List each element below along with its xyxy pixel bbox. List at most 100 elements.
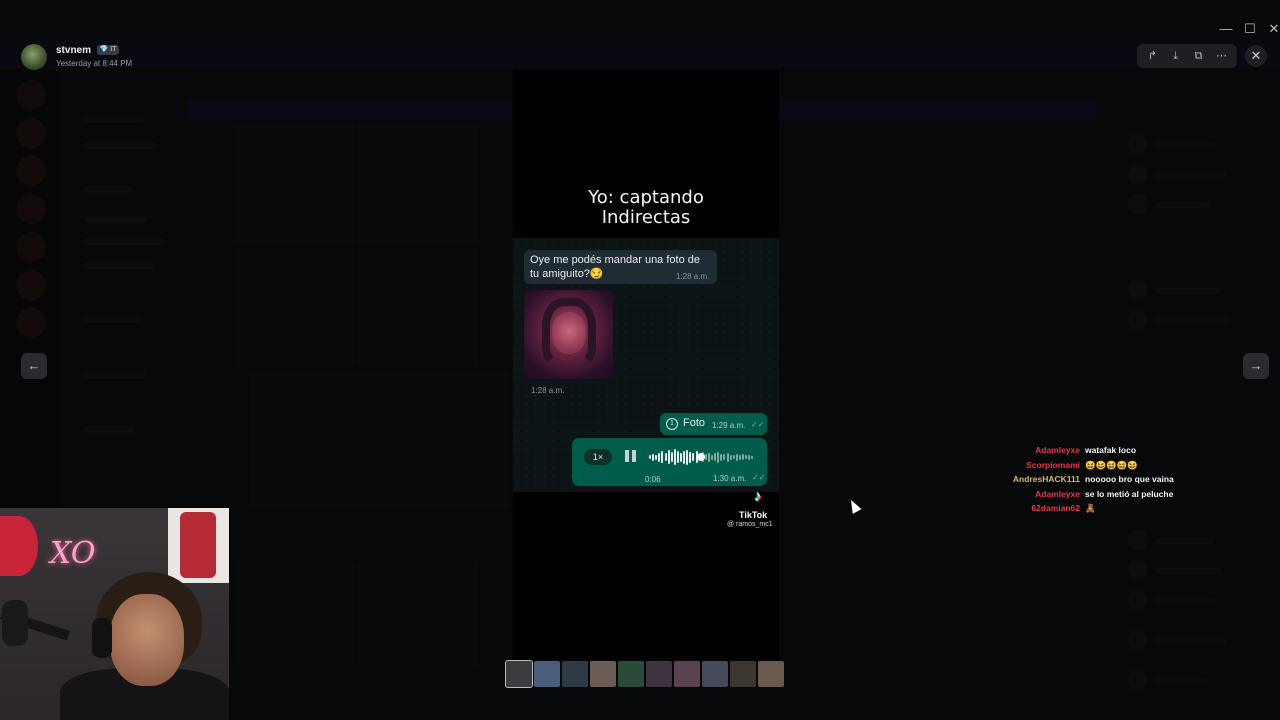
video-caption: Yo: captando Indirectas: [513, 188, 779, 228]
webcam-lips-decor: [0, 516, 38, 576]
waveform-bar: [748, 454, 751, 460]
uploader-badge: 💎 IT: [97, 45, 119, 55]
pause-icon: [624, 449, 638, 465]
stream-chat-username: Adamleyxe: [1035, 445, 1080, 455]
waveform-bar: [720, 453, 723, 461]
waveform-bar: [689, 451, 692, 463]
waveform-bar: [745, 455, 748, 459]
media-thumbnail[interactable]: [730, 661, 756, 687]
media-thumbnail[interactable]: [618, 661, 644, 687]
playback-speed-badge: 1×: [584, 449, 612, 465]
webcam-headset: [92, 618, 112, 658]
voice-note-duration: 0:06: [645, 475, 661, 484]
stream-chat-username: Adamleyxe: [1035, 488, 1080, 499]
media-thumbnail[interactable]: [646, 661, 672, 687]
waveform-bar: [704, 454, 707, 460]
voice-note-time: 1:30 a.m.: [713, 474, 747, 483]
tiktok-logo-icon: ♪: [754, 488, 762, 505]
view-once-icon: 1: [666, 418, 678, 430]
open-external-icon[interactable]: ⧉: [1190, 47, 1208, 65]
photo-face: [552, 312, 586, 354]
stream-chat-message: nooooo bro que vaina: [1085, 474, 1174, 484]
waveform-bar: [664, 453, 667, 461]
waveform-bar: [707, 452, 710, 462]
waveform-bar: [661, 451, 664, 463]
waveform-bar: [692, 453, 695, 461]
view-once-time: 1:29 a.m.: [712, 421, 746, 430]
stream-chat-row: Scorpiomami 😆😆😆😆😆: [1010, 460, 1210, 475]
stream-chat-overlay: Adamleyxe watafak loco Scorpiomami 😆😆😆😆😆 And…: [1010, 445, 1210, 518]
uploader-avatar[interactable]: [21, 44, 47, 70]
voice-note-bubble: 1× 0:06 1:30 a.m. ✓✓: [572, 438, 767, 486]
video-player[interactable]: Yo: captando Indirectas Oye me podés man…: [513, 70, 779, 660]
stream-chat-username: AndresHACK111: [1012, 474, 1080, 484]
tiktok-handle: @ ramos_mc1: [727, 521, 773, 528]
minimize-button[interactable]: —: [1216, 20, 1236, 38]
waveform-bar: [655, 454, 658, 460]
waveform-bar: [726, 452, 729, 462]
maximize-button[interactable]: ☐: [1240, 20, 1260, 38]
waveform-bar: [683, 450, 686, 464]
view-once-photo-bubble: 1 Foto 1:29 a.m. ✓✓: [660, 413, 767, 435]
media-thumbnail[interactable]: [534, 661, 560, 687]
media-thumbnail-strip: [505, 660, 784, 688]
video-caption-line2: Indirectas: [601, 207, 691, 228]
incoming-message-bubble: Oye me podés mandar una foto de tu amigu…: [524, 250, 717, 284]
waveform-bar: [751, 455, 754, 459]
window-close-button[interactable]: ✕: [1264, 20, 1280, 38]
waveform-bar: [711, 454, 713, 460]
waveform-bar: [732, 455, 735, 459]
photo-message-time: 1:28 a.m.: [531, 386, 565, 395]
forward-icon[interactable]: ↱: [1144, 47, 1162, 65]
waveform-playhead: [697, 453, 705, 461]
waveform-bar: [680, 452, 682, 462]
download-icon[interactable]: ⤓: [1167, 47, 1185, 65]
stream-chat-row: Adamleyxe watafak loco: [1010, 445, 1210, 460]
previous-media-button[interactable]: ←: [21, 353, 47, 379]
voice-waveform: [649, 447, 757, 467]
webcam-microphone: [2, 600, 28, 646]
waveform-bar: [738, 454, 741, 460]
waveform-bar: [729, 454, 732, 460]
media-toolbar: ↱ ⤓ ⧉ ⋯: [1137, 44, 1237, 68]
waveform-bar: [673, 449, 676, 465]
waveform-bar: [723, 454, 726, 460]
stream-chat-username: Scorpiomami: [1026, 459, 1080, 470]
webcam-figure: [180, 512, 216, 578]
uploader-username[interactable]: stvnem: [56, 45, 91, 56]
media-thumbnail[interactable]: [758, 661, 784, 687]
stream-chat-message: 😆😆😆😆😆: [1085, 459, 1138, 470]
voice-read-ticks-icon: ✓✓: [752, 473, 766, 482]
waveform-bar: [742, 454, 744, 460]
stream-chat-row: AndresHACK111 nooooo bro que vaina: [1010, 474, 1210, 489]
waveform-bar: [717, 451, 720, 463]
more-options-icon[interactable]: ⋯: [1213, 47, 1231, 65]
waveform-bar: [670, 452, 673, 462]
media-thumbnail[interactable]: [505, 660, 533, 688]
read-ticks-icon: ✓✓: [751, 420, 765, 429]
incoming-message-time: 1:28 a.m.: [676, 272, 710, 281]
next-media-button[interactable]: →: [1243, 353, 1269, 379]
close-viewer-button[interactable]: ✕: [1245, 45, 1267, 67]
whatsapp-chat-screenshot: Oye me podés mandar una foto de tu amigu…: [513, 238, 779, 492]
media-thumbnail[interactable]: [590, 661, 616, 687]
waveform-bar: [652, 453, 655, 461]
waveform-bar: [686, 449, 689, 465]
screen: — ☐ ✕ stvnem 💎 IT Yesterday at 8:44 PM ↱…: [0, 0, 1280, 720]
media-thumbnail[interactable]: [562, 661, 588, 687]
waveform-bar: [676, 451, 679, 463]
waveform-bar: [735, 453, 738, 461]
stream-chat-message: 🧸: [1085, 503, 1096, 513]
stream-chat-row: Adamleyxe se lo metió al peluche: [1010, 489, 1210, 504]
waveform-bar: [649, 455, 651, 459]
waveform-bar: [714, 453, 717, 461]
waveform-bar: [667, 450, 670, 464]
waveform-bar: [658, 452, 661, 462]
upload-timestamp: Yesterday at 8:44 PM: [56, 59, 133, 68]
stream-chat-message: watafak loco: [1085, 445, 1137, 455]
photo-message-image: [524, 290, 613, 379]
video-caption-line1: Yo: captando: [588, 187, 704, 208]
media-thumbnail[interactable]: [674, 661, 700, 687]
media-thumbnail[interactable]: [702, 661, 728, 687]
tiktok-watermark: TikTok: [739, 510, 768, 520]
